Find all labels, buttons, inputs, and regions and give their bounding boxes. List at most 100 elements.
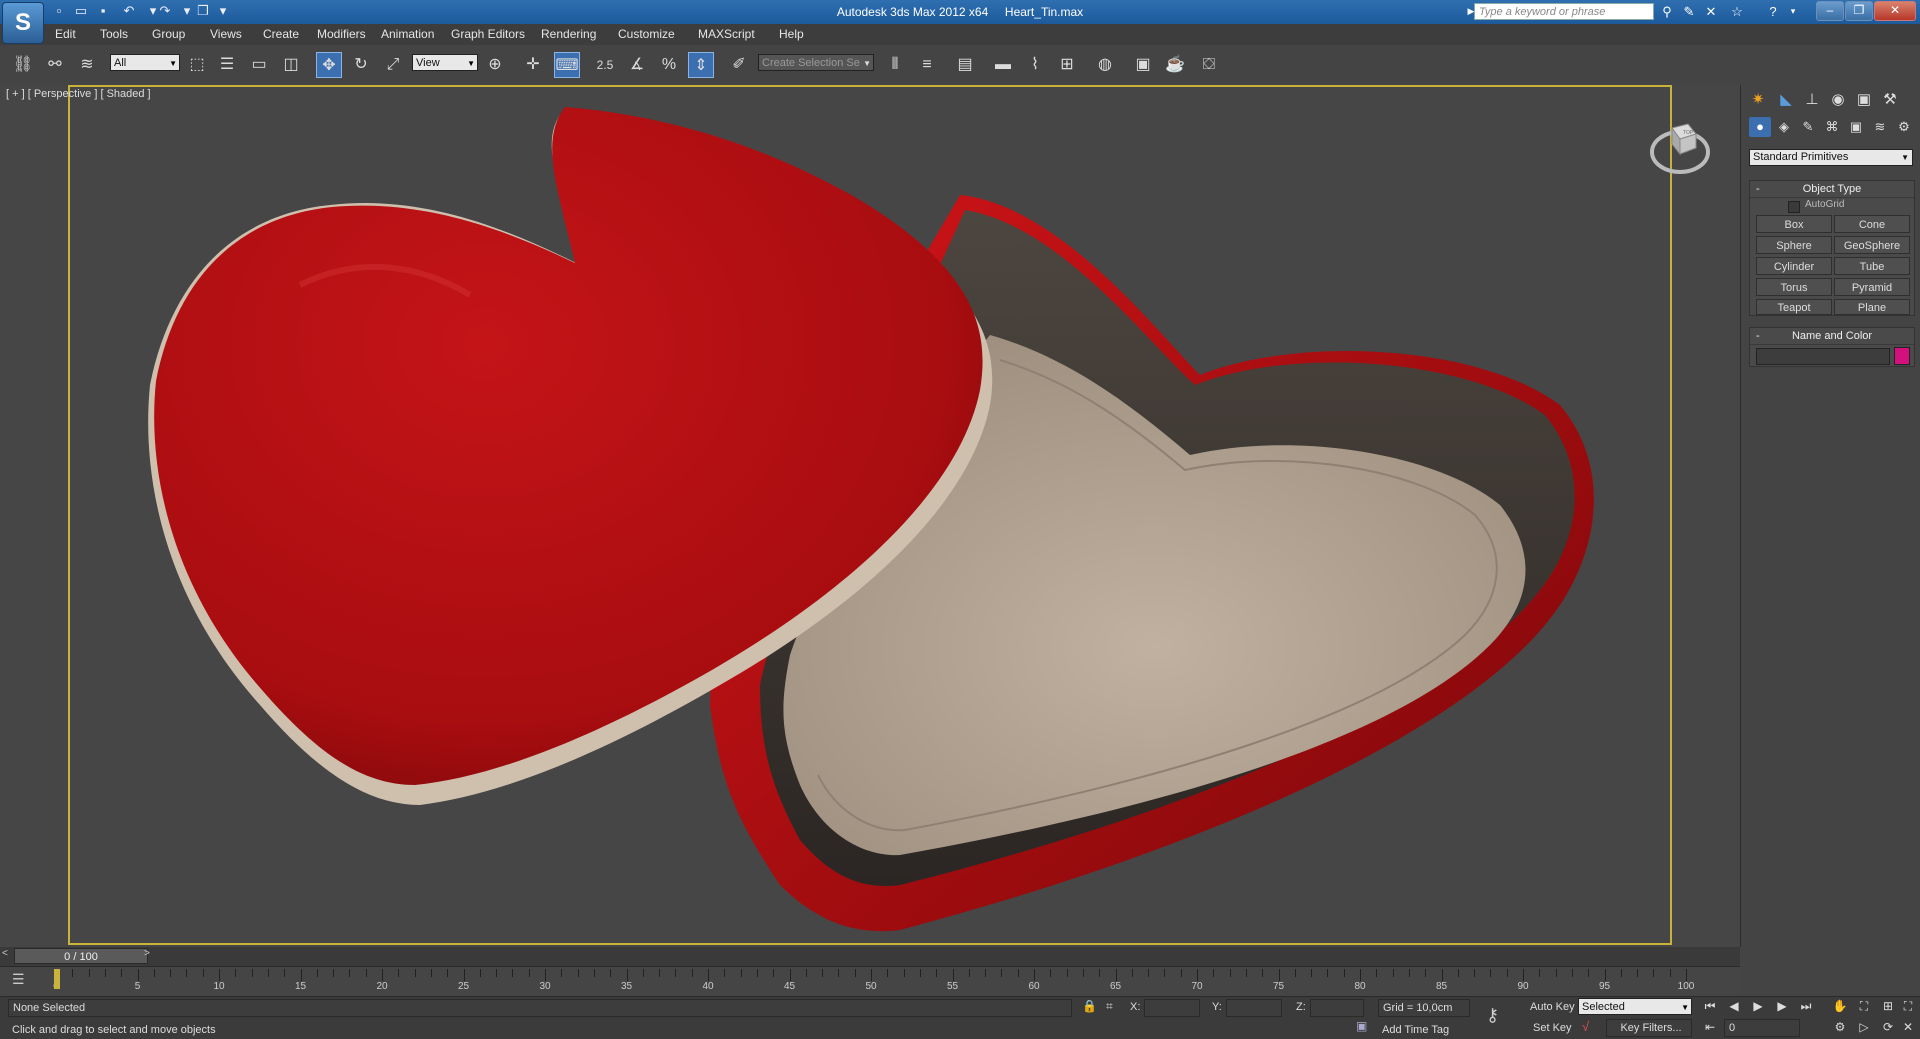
search-input[interactable]: Type a keyword or phrase: [1474, 3, 1654, 20]
menu-animation[interactable]: Animation: [381, 24, 434, 45]
y-coordinate-field[interactable]: [1226, 999, 1282, 1017]
previous-frame-icon[interactable]: ◀: [1724, 997, 1744, 1015]
space-warps-icon[interactable]: ≋: [1869, 117, 1891, 137]
menu-maxscript[interactable]: MAXScript: [698, 24, 755, 45]
render-production-icon[interactable]: ⛋: [1196, 52, 1222, 78]
frame-ruler[interactable]: 0510152025303540455055606570758085909510…: [53, 969, 1694, 995]
go-to-end-icon[interactable]: ⏭: [1796, 997, 1816, 1015]
maximize-button[interactable]: ❐: [1845, 1, 1873, 21]
app-menu-button[interactable]: S: [2, 2, 44, 44]
torus-button[interactable]: Torus: [1756, 278, 1832, 296]
motion-tab-icon[interactable]: ◉: [1827, 89, 1849, 111]
menu-modifiers[interactable]: Modifiers: [317, 24, 366, 45]
x-coordinate-field[interactable]: [1144, 999, 1200, 1017]
select-and-rotate-icon[interactable]: ↻: [348, 52, 374, 78]
add-time-tag-button[interactable]: Add Time Tag: [1382, 1024, 1449, 1036]
select-and-move-icon[interactable]: ✥: [316, 52, 342, 78]
create-tab-icon[interactable]: ✷: [1747, 89, 1769, 111]
play-icon[interactable]: ▶: [1748, 997, 1768, 1015]
layer-manager-icon[interactable]: ▤: [952, 52, 978, 78]
z-coordinate-field[interactable]: [1310, 999, 1364, 1017]
utilities-tab-icon[interactable]: ⚒: [1879, 89, 1901, 111]
orbit-icon[interactable]: ⟳: [1878, 1018, 1898, 1036]
viewcube[interactable]: TOP: [1648, 114, 1712, 178]
tube-button[interactable]: Tube: [1834, 257, 1910, 275]
display-tab-icon[interactable]: ▣: [1853, 89, 1875, 111]
shapes-icon[interactable]: ◈: [1773, 117, 1795, 137]
zoom-extents-all-icon[interactable]: ⛶: [1854, 997, 1874, 1015]
snaps-toggle-icon[interactable]: 2.5: [592, 52, 618, 78]
set-key-icon[interactable]: ⚷: [1486, 1005, 1514, 1029]
pyramid-button[interactable]: Pyramid: [1834, 278, 1910, 296]
project-folder-icon[interactable]: ❐: [194, 3, 212, 19]
menu-create[interactable]: Create: [263, 24, 299, 45]
undo-icon[interactable]: ↶: [120, 3, 138, 19]
object-color-swatch[interactable]: [1894, 347, 1910, 365]
primitive-category-dropdown[interactable]: Standard Primitives ▼: [1749, 149, 1913, 166]
track-bar[interactable]: ☰ 05101520253035404550556065707580859095…: [0, 966, 1740, 997]
select-object-icon[interactable]: ⬚: [184, 52, 210, 78]
menu-graph-editors[interactable]: Graph Editors: [451, 24, 525, 45]
autogrid-checkbox[interactable]: [1788, 201, 1800, 213]
walk-through-icon[interactable]: ✕: [1898, 1018, 1918, 1036]
search-binoculars-icon[interactable]: ⚲: [1658, 3, 1676, 20]
time-slider-handle[interactable]: 0 / 100: [14, 948, 148, 964]
render-setup-icon[interactable]: ▣: [1130, 52, 1156, 78]
pan-view-icon[interactable]: ✋: [1830, 997, 1850, 1015]
time-slider[interactable]: < 0 / 100 >: [0, 947, 1740, 966]
keyboard-shortcut-override-icon[interactable]: ⌨: [554, 52, 580, 78]
redo-icon[interactable]: ↷: [156, 3, 174, 19]
graphite-modeling-tools-icon[interactable]: ▬: [990, 52, 1016, 78]
object-name-field[interactable]: [1756, 348, 1890, 365]
collapse-icon[interactable]: -: [1756, 181, 1760, 197]
close-button[interactable]: ✕: [1874, 1, 1916, 21]
align-icon[interactable]: ≡: [914, 52, 940, 78]
bind-to-space-warp-icon[interactable]: ≋: [74, 52, 100, 78]
open-file-icon[interactable]: ▭: [72, 3, 90, 19]
angle-snap-icon[interactable]: ∡: [624, 52, 650, 78]
cameras-icon[interactable]: ⌘: [1821, 117, 1843, 137]
menu-edit[interactable]: Edit: [55, 24, 76, 45]
help-icon[interactable]: ?: [1764, 3, 1782, 20]
window-crossing-icon[interactable]: ◫: [278, 52, 304, 78]
select-and-link-icon[interactable]: ⛓: [10, 52, 36, 78]
geometry-icon[interactable]: ●: [1749, 117, 1771, 137]
default-in-out-tangents-icon[interactable]: √: [1582, 1019, 1600, 1037]
time-slider-next-icon[interactable]: >: [144, 948, 154, 964]
rendered-frame-window-icon[interactable]: ☕: [1162, 52, 1188, 78]
mini-curve-editor-icon[interactable]: ☰: [12, 971, 34, 989]
zoom-region-icon[interactable]: ⊞: [1878, 997, 1898, 1015]
modify-tab-icon[interactable]: ◣: [1775, 89, 1797, 111]
current-time-marker[interactable]: [54, 969, 60, 989]
time-tag-icon[interactable]: ▣: [1356, 1019, 1374, 1037]
cylinder-button[interactable]: Cylinder: [1756, 257, 1832, 275]
go-to-start-icon[interactable]: ⏮: [1700, 997, 1720, 1015]
subscription-icon[interactable]: ✎: [1680, 3, 1698, 20]
next-frame-icon[interactable]: ▶: [1772, 997, 1792, 1015]
collapse-icon[interactable]: -: [1756, 328, 1760, 344]
maximize-viewport-icon[interactable]: ⛶: [1898, 997, 1918, 1015]
menu-tools[interactable]: Tools: [100, 24, 128, 45]
communication-center-icon[interactable]: ✕: [1702, 3, 1720, 20]
cone-button[interactable]: Cone: [1834, 215, 1910, 233]
select-and-manipulate-icon[interactable]: ✛: [520, 52, 546, 78]
unlink-selection-icon[interactable]: ⚯: [42, 52, 68, 78]
object-type-header[interactable]: - Object Type: [1750, 181, 1914, 198]
use-pivot-center-icon[interactable]: ⊕: [482, 52, 508, 78]
absolute-mode-icon[interactable]: ⌗: [1106, 999, 1122, 1015]
select-and-scale-icon[interactable]: ⤢: [380, 52, 406, 78]
rectangular-selection-icon[interactable]: ▭: [246, 52, 272, 78]
spinner-snap-icon[interactable]: ⇕: [688, 52, 714, 78]
menu-help[interactable]: Help: [779, 24, 804, 45]
key-filters-button[interactable]: Key Filters...: [1606, 1019, 1692, 1037]
edit-named-selection-icon[interactable]: ✐: [726, 52, 752, 78]
set-key-button[interactable]: Set Key: [1533, 1022, 1572, 1034]
select-by-name-icon[interactable]: ☰: [214, 52, 240, 78]
name-and-color-header[interactable]: - Name and Color: [1750, 328, 1914, 345]
schematic-view-icon[interactable]: ⊞: [1054, 52, 1080, 78]
current-frame-field[interactable]: 0: [1724, 1019, 1800, 1037]
material-editor-icon[interactable]: ◍: [1092, 52, 1118, 78]
menu-views[interactable]: Views: [210, 24, 242, 45]
new-file-icon[interactable]: ▫: [50, 3, 68, 19]
percent-snap-icon[interactable]: %: [656, 52, 682, 78]
